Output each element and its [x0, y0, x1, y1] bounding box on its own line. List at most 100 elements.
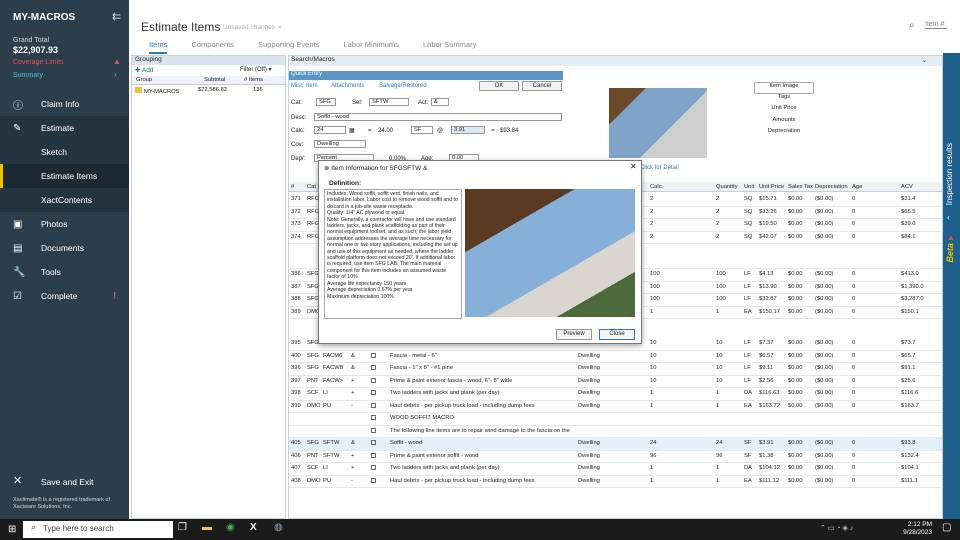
table-row[interactable]: 408 DMO PU - Haul debris - per pickup truck … [289, 476, 942, 488]
note-checkbox[interactable] [371, 365, 376, 372]
note-checkbox[interactable] [371, 452, 376, 460]
note-checkbox[interactable] [371, 402, 376, 410]
notifications-icon[interactable]: ▢ [942, 522, 951, 533]
macro-row[interactable]: The following line items are to repair w… [289, 426, 942, 438]
sel-input[interactable]: SFTW [369, 98, 409, 106]
table-row[interactable]: 399 DMO PU - Haul debris - per pickup truck … [289, 401, 942, 413]
note-checkbox[interactable] [371, 377, 376, 385]
grouping-panel: Grouping ✚ Add Filter (Off) ▾ Group Subt… [131, 55, 286, 519]
system-tray-icons[interactable]: ⌃ ▭ ◔ ◈ ♪ [820, 524, 853, 532]
preview-button[interactable]: Preview [556, 329, 592, 340]
steam-icon[interactable]: ◍ [274, 522, 283, 533]
search-icon: ⌕ [31, 522, 37, 532]
tab-attachments[interactable]: Attachments [331, 83, 364, 89]
search-macros-header[interactable]: Search/Macros [289, 56, 942, 66]
tab-bar: Items Components Supporting Events Labor… [149, 40, 498, 54]
tab-item-image[interactable]: Item Image [754, 82, 814, 94]
chrome-icon[interactable]: ◉ [226, 522, 235, 533]
close-button[interactable]: Close [599, 329, 635, 340]
sidebar-item-estimate-items[interactable]: Estimate Items [0, 164, 129, 188]
tab-tags[interactable]: Tags [754, 94, 814, 106]
table-row[interactable]: 407 SCF LI + Two ladders with jacks and plan… [289, 463, 942, 476]
image-tabs: Item Image Tags Unit Price Amounts Depre… [754, 82, 814, 140]
sidebar-item-estimate[interactable]: ✎ Estimate [0, 116, 129, 140]
coverage-limits-link[interactable]: Coverage Limits [13, 59, 64, 66]
sidebar-item-photos[interactable]: ▣ Photos [0, 212, 129, 236]
ok-button[interactable]: OK [479, 81, 519, 91]
note-checkbox[interactable] [371, 427, 376, 435]
taskbar: ⊞ ⌕ Type here to search ❐ ▬ ◉ X ◍ ⌃ ▭ ◔ ◈… [0, 519, 960, 540]
unsaved-indicator: Unsaved changes [223, 24, 276, 31]
calculator-icon[interactable]: ▦ [349, 127, 355, 134]
xactimate-taskbar-icon[interactable]: X [250, 522, 257, 533]
task-view-icon[interactable]: ❐ [178, 522, 187, 533]
sidebar-item-complete[interactable]: ☑ Complete! [0, 284, 129, 308]
tab-amounts[interactable]: Amounts [754, 117, 814, 129]
tab-item[interactable]: Item [306, 83, 318, 89]
clock: 2:12 PM 9/28/2023 [903, 521, 932, 536]
sidebar-item-documents[interactable]: ▤ Documents [0, 236, 129, 260]
table-row[interactable]: 405 SFG SFTW & Soffit - wood Dwelling 24 24 SF $3… [289, 438, 942, 451]
definition-text[interactable]: Includes: Wood soffit, soffit vent, fini… [324, 189, 462, 319]
tab-unit-price[interactable]: Unit Price [754, 105, 814, 117]
tab-salvage[interactable]: Salvage/Restored [379, 83, 427, 89]
chevron-right-icon[interactable]: › [114, 70, 117, 79]
inspection-panel-strip[interactable]: Inspection results ‹ ▲ Beta [943, 53, 960, 519]
grouping-title: Grouping [132, 56, 285, 65]
item-search-input[interactable]: Item # [925, 21, 947, 29]
coverage-select[interactable]: Dwelling [314, 140, 366, 148]
expand-icon[interactable]: ⌄ [922, 57, 927, 64]
table-row[interactable]: 396 SFG FACW8 & Fascia - 1" x 8" - #1 pine Dw… [289, 363, 942, 376]
unit-select[interactable]: SF [411, 126, 433, 134]
sidebar-item-tools[interactable]: 🔧 Tools [0, 260, 129, 284]
sidebar-item-xactcontents[interactable]: XactContents [0, 188, 129, 212]
note-checkbox[interactable] [371, 465, 376, 472]
note-checkbox[interactable] [371, 440, 376, 447]
chevron-left-icon[interactable]: ‹ [947, 213, 950, 222]
definition-label: Definition: [329, 180, 362, 187]
taskbar-search[interactable]: ⌕ Type here to search [23, 521, 173, 538]
summary-link[interactable]: Summary [13, 72, 43, 79]
sidebar-item-sketch[interactable]: Sketch [0, 140, 129, 164]
item-image-thumbnail[interactable] [609, 88, 707, 158]
macro-row[interactable]: WOOD SOFFIT MACRO [289, 413, 942, 426]
description-input[interactable]: Soffit - wood [314, 113, 562, 121]
sidebar-item-claim-info[interactable]: ⓘ Claim Info [0, 92, 129, 116]
tab-items[interactable]: Items [149, 40, 168, 54]
cat-input[interactable]: SFG [316, 98, 336, 106]
cancel-button[interactable]: Cancel [522, 81, 562, 91]
chevron-down-icon[interactable]: ⌄ [277, 22, 283, 30]
save-exit-button[interactable]: ✕ Save and Exit [0, 474, 129, 492]
note-checkbox[interactable] [371, 390, 376, 397]
wrench-icon: 🔧 [13, 266, 26, 278]
warning-icon: ▲ [113, 57, 121, 66]
calc-input[interactable]: 24 [314, 126, 346, 134]
close-icon[interactable]: ✕ [630, 162, 637, 171]
collapse-icon[interactable]: ⇇ [112, 10, 121, 23]
search-icon[interactable]: ⌕ [909, 20, 915, 31]
grand-total-value: $22,907.93 [13, 45, 59, 55]
table-row[interactable]: 406 PNT SFTW + Prime & paint exterior soffit… [289, 451, 942, 463]
tab-labor-minimums[interactable]: Labor Minimums [343, 40, 398, 49]
file-explorer-icon[interactable]: ▬ [202, 522, 212, 533]
group-row[interactable]: MY-MACROS $22,586.82 136 [132, 86, 285, 95]
table-row[interactable]: 397 PNT FACW> + Prime & paint exterior fasci… [289, 376, 942, 388]
tab-misc[interactable]: Misc [291, 83, 303, 89]
header: Estimate Items Unsaved changes ⌄ Items C… [129, 0, 947, 55]
tab-depreciation[interactable]: Depreciation [754, 128, 814, 140]
inspection-results-label[interactable]: Inspection results [945, 143, 958, 205]
tab-labor-summary[interactable]: Labor Summary [423, 40, 476, 49]
note-checkbox[interactable] [371, 415, 376, 422]
unit-price-input[interactable]: 3.91 [451, 126, 485, 134]
tab-components[interactable]: Components [191, 40, 234, 49]
windows-start-icon[interactable]: ⊞ [8, 524, 16, 535]
table-row[interactable]: 398 SCF LI + Two ladders with jacks and plan… [289, 388, 942, 401]
note-checkbox[interactable] [371, 352, 376, 360]
filter-dropdown[interactable]: Filter (Off) ▾ [240, 66, 272, 73]
tab-supporting-events[interactable]: Supporting Events [258, 40, 319, 49]
add-group-button[interactable]: ✚ Add [135, 66, 153, 74]
note-checkbox[interactable] [371, 477, 376, 485]
act-input[interactable]: & [431, 98, 449, 106]
click-for-detail-link[interactable]: Click for Detail [640, 165, 679, 171]
table-row[interactable]: 400 SFG FACM6 & Fascia - metal - 6" Dwelling 1… [289, 351, 942, 363]
